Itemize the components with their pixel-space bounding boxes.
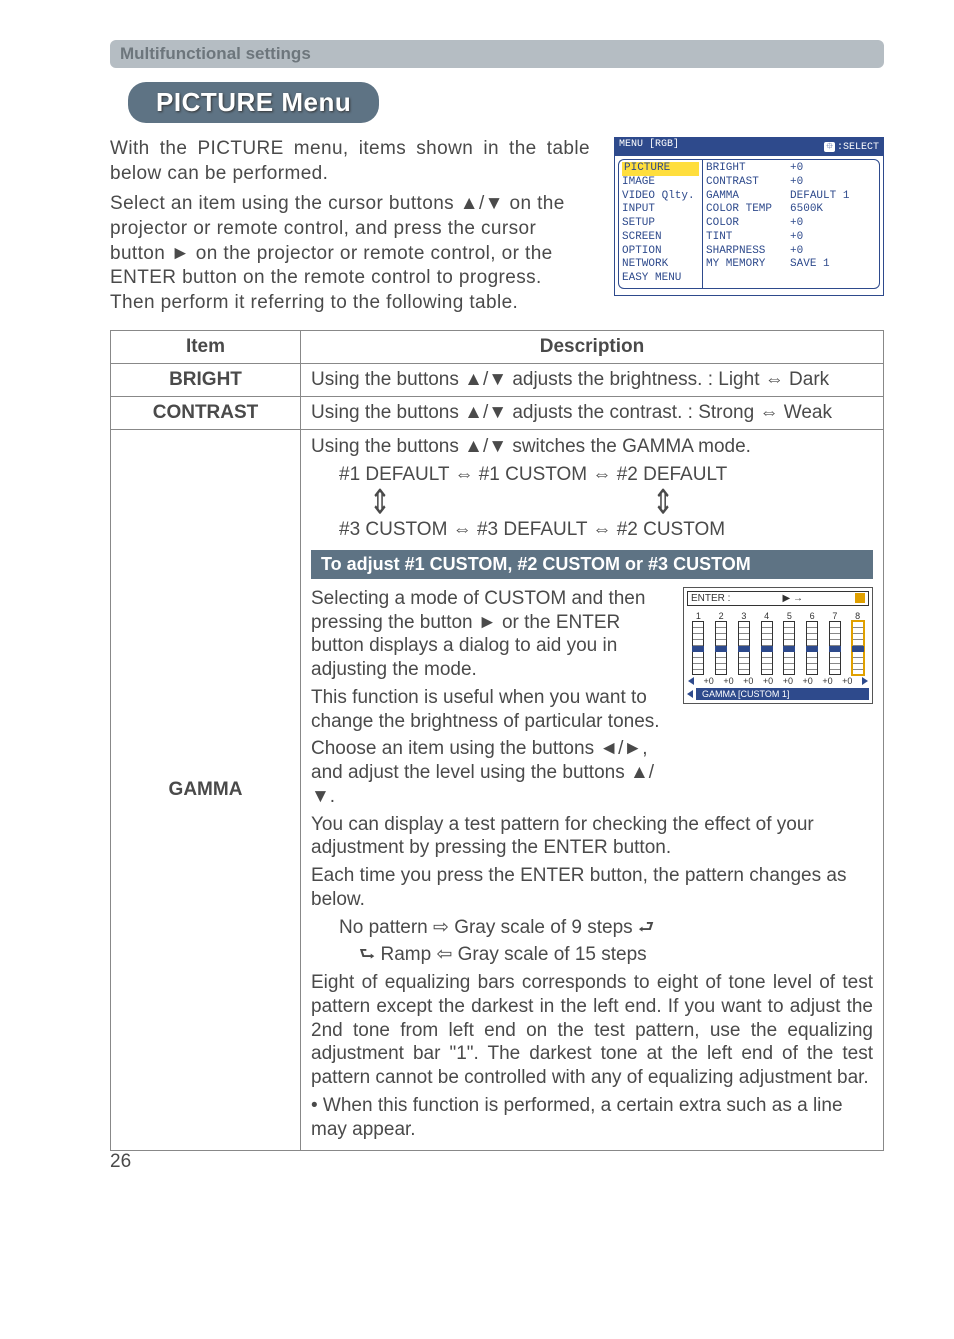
gamma-chain-1: #1 DEFAULT ⇔ #1 CUSTOM ⇔ #2 DEFAULT [311,463,873,487]
gamma-seq-line-2: ⮑ Ramp ⇦ Gray scale of 15 steps [311,943,873,967]
table-row: BRIGHT Using the buttons ▲/▼ adjusts the… [111,363,884,396]
eq-enter-label: ENTER : [691,593,730,604]
row-desc-contrast: Using the buttons ▲/▼ adjusts the contra… [301,396,884,429]
eq-highlight-icon [855,593,865,603]
eq-arrow-right-icon: ▶ → [782,593,802,604]
col-header-desc: Description [301,330,884,363]
osd-header-right: ⯐:SELECT [824,139,879,155]
gamma-eight-text: Eight of equalizing bars corresponds to … [311,971,873,1090]
gamma-seq-line-1: No pattern ⇨ Gray scale of 9 steps ⮐ [311,916,873,940]
osd-right-column: BRIGHT CONTRAST GAMMA COLOR TEMP COLOR T… [702,159,880,289]
row-name-contrast: CONTRAST [111,396,301,429]
eq-left-arrow-icon [688,677,694,685]
gamma-sub-header: To adjust #1 CUSTOM, #2 CUSTOM or #3 CUS… [311,550,873,579]
osd-preview: MENU [RGB] ⯐:SELECT PICTURE IMAGE VIDEO … [614,137,884,296]
gamma-testpattern-text: You can display a test pattern for check… [311,813,873,861]
osd-left-column: PICTURE IMAGE VIDEO Qlty. INPUT SETUP SC… [618,159,702,289]
gamma-each-text: Each time you press the ENTER button, th… [311,864,873,912]
gamma-select-text: Selecting a mode of CUSTOM and then pres… [311,587,673,682]
page-number: 26 [110,1151,131,1173]
osd-header-left: MENU [RGB] [619,139,679,155]
gamma-choose-text: Choose an item using the buttons ◄/►, an… [311,737,673,808]
section-header: Multifunctional settings [110,40,884,68]
gamma-when-text: • When this function is performed, a cer… [311,1094,873,1142]
gamma-switch-mode: Using the buttons ▲/▼ switches the GAMMA… [311,435,873,459]
table-row: GAMMA Using the buttons ▲/▼ switches the… [111,429,884,1151]
row-name-bright: BRIGHT [111,363,301,396]
equalizer-graphic: ENTER : ▶ → 1 2 3 4 5 6 7 8 [683,587,873,704]
gamma-chain-2: #3 CUSTOM ⇔ #3 DEFAULT ⇔ #2 CUSTOM [311,518,873,542]
row-desc-gamma: Using the buttons ▲/▼ switches the GAMMA… [301,429,884,1151]
eq-tag-left-arrow-icon [687,690,693,698]
eq-right-arrow-icon [862,677,868,685]
intro-paragraph-2: Select an item using the cursor buttons … [110,192,590,315]
gamma-updown-arrows: ⇕ ⇕ [311,490,873,514]
intro-paragraph-1: With the PICTURE menu, items shown in th… [110,137,590,186]
col-header-item: Item [111,330,301,363]
row-desc-bright: Using the buttons ▲/▼ adjusts the bright… [301,363,884,396]
table-row: CONTRAST Using the buttons ▲/▼ adjusts t… [111,396,884,429]
menu-title-pill: PICTURE Menu [128,82,379,123]
eq-tag-label: GAMMA [CUSTOM 1] [696,688,869,700]
gamma-useful-text: This function is useful when you want to… [311,686,673,734]
row-name-gamma: GAMMA [111,429,301,1151]
spec-table: Item Description BRIGHT Using the button… [110,330,884,1152]
